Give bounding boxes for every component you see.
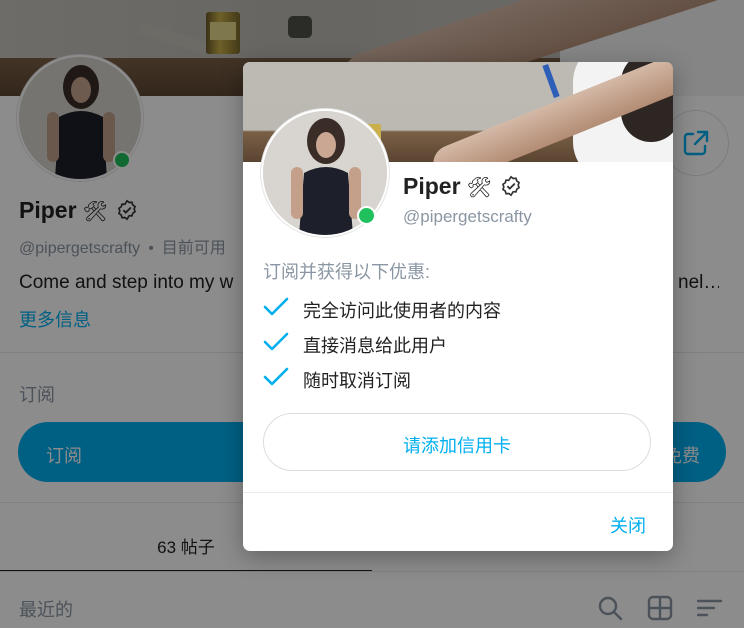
modal-name-text: Piper	[403, 173, 461, 199]
tools-emoji: 🛠	[466, 177, 492, 199]
benefits-title: 订阅并获得以下优惠:	[263, 262, 431, 282]
verified-badge-icon	[502, 175, 521, 197]
check-icon	[263, 367, 289, 386]
subscribe-modal: Piper 🛠 @pipergetscrafty 订阅并获得以下优惠: 完全访问此…	[243, 62, 673, 551]
online-status-dot	[357, 206, 376, 225]
modal-divider	[243, 492, 673, 493]
modal-profile-handle: @pipergetscrafty	[403, 207, 532, 226]
benefit-text: 完全访问此使用者的内容	[303, 301, 501, 321]
benefit-text: 随时取消订阅	[303, 371, 411, 391]
close-button[interactable]: 关闭	[610, 512, 646, 538]
check-icon	[263, 332, 289, 351]
add-credit-card-button[interactable]: 请添加信用卡	[263, 413, 651, 471]
add-credit-card-label: 请添加信用卡	[403, 436, 511, 456]
check-icon	[263, 297, 289, 316]
modal-profile-name: Piper 🛠	[403, 173, 522, 200]
benefit-text: 直接消息给此用户	[303, 336, 447, 356]
